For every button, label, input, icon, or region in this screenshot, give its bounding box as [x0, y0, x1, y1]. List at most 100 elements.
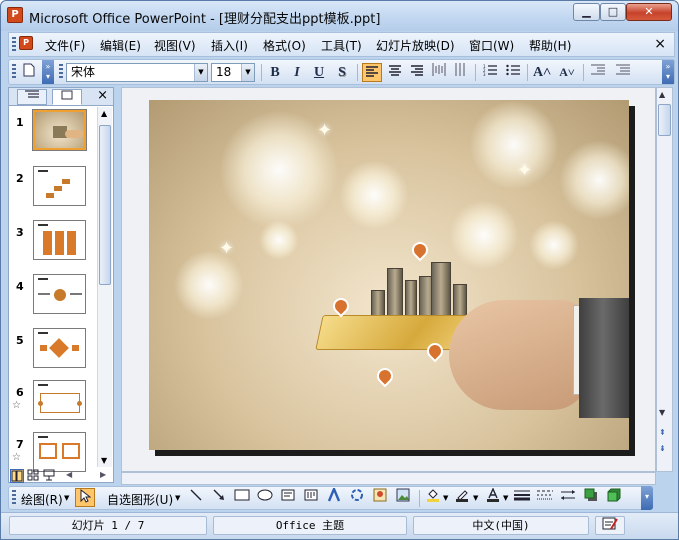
font-name-select[interactable]: 宋体 ▼: [66, 63, 208, 82]
menu-edit[interactable]: 编辑(E): [100, 37, 141, 54]
draw-menu-button[interactable]: 绘图(R): [21, 491, 63, 508]
slide-thumbnail[interactable]: [33, 380, 86, 420]
underline-button[interactable]: U: [309, 63, 329, 82]
font-color-button[interactable]: [483, 487, 503, 507]
slide-thumbnail[interactable]: [33, 274, 86, 314]
normal-view-icon[interactable]: [10, 469, 24, 483]
insert-picture-button[interactable]: [393, 488, 413, 507]
select-objects-button[interactable]: [75, 488, 95, 507]
minimize-button[interactable]: ▁: [573, 3, 600, 21]
maximize-button[interactable]: □: [600, 3, 626, 21]
menu-format[interactable]: 格式(O): [263, 37, 306, 54]
previous-slide-icon[interactable]: ⇞: [659, 428, 666, 437]
menu-insert[interactable]: 插入(I): [211, 37, 248, 54]
font-size-select[interactable]: 18 ▼: [211, 63, 255, 82]
dash-style-button[interactable]: [535, 488, 555, 507]
distribute-button[interactable]: [429, 63, 449, 82]
slide-editing-area[interactable]: ✦ ✦ ✦: [121, 87, 656, 472]
oval-tool-button[interactable]: [255, 488, 275, 507]
increase-indent-button[interactable]: [613, 63, 633, 82]
fill-color-button[interactable]: [423, 488, 443, 507]
toolbar-grip-icon[interactable]: [12, 64, 16, 80]
vertical-text-box-button[interactable]: [301, 488, 321, 507]
close-button[interactable]: ✕: [626, 3, 672, 21]
increase-font-size-button[interactable]: A˄: [532, 63, 552, 82]
toolbar-overflow-icon[interactable]: » ▾: [662, 60, 674, 84]
slide-thumbnail-row[interactable]: 1: [9, 109, 99, 158]
toolbar-grip-icon[interactable]: [12, 490, 16, 506]
title-bar[interactable]: P Microsoft Office PowerPoint - [理财分配支出p…: [1, 1, 678, 31]
scroll-left-icon[interactable]: ◀: [66, 470, 72, 479]
slide-thumbnail-row[interactable]: 2: [9, 166, 99, 214]
menu-slideshow[interactable]: 幻灯片放映(D): [376, 37, 455, 54]
slide-canvas[interactable]: ✦ ✦ ✦: [149, 100, 629, 450]
tab-slides[interactable]: [52, 89, 82, 105]
new-document-icon[interactable]: [19, 63, 39, 82]
language-status[interactable]: 中文(中国): [413, 516, 589, 535]
arrow-tool-button[interactable]: [209, 488, 229, 507]
arrow-style-button[interactable]: [558, 488, 578, 507]
scroll-down-icon[interactable]: ▼: [659, 408, 665, 417]
menu-window[interactable]: 窗口(W): [469, 37, 514, 54]
document-close-button[interactable]: ×: [654, 36, 666, 52]
3d-style-button[interactable]: [604, 488, 624, 507]
chevron-down-icon[interactable]: ▼: [175, 494, 180, 502]
chevron-down-icon[interactable]: ▼: [503, 494, 508, 502]
bullets-button[interactable]: [503, 63, 523, 82]
slideshow-icon[interactable]: [43, 469, 57, 483]
scrollbar-thumb[interactable]: [99, 125, 111, 285]
line-tool-button[interactable]: [186, 488, 206, 507]
scrollbar-thumb[interactable]: [658, 104, 671, 136]
slide-thumbnail-row[interactable]: 6 ☆: [9, 380, 99, 428]
rectangle-tool-button[interactable]: [232, 488, 252, 507]
menu-help[interactable]: 帮助(H): [529, 37, 571, 54]
toolbar-grip-icon[interactable]: [59, 64, 63, 80]
slide-thumbnail-row[interactable]: 4: [9, 274, 99, 322]
bold-button[interactable]: B: [265, 63, 285, 82]
chevron-down-icon[interactable]: ▼: [443, 494, 448, 502]
align-right-button[interactable]: [407, 63, 427, 82]
scroll-right-icon[interactable]: ▶: [100, 470, 106, 479]
scroll-up-icon[interactable]: ▲: [659, 90, 665, 99]
decrease-indent-button[interactable]: [588, 63, 608, 82]
italic-button[interactable]: I: [287, 63, 307, 82]
scroll-up-icon[interactable]: ▲: [101, 109, 107, 118]
slides-pane-scrollbar[interactable]: ▲ ▼: [97, 107, 112, 467]
close-icon[interactable]: ×: [97, 88, 108, 103]
scroll-down-icon[interactable]: ▼: [101, 456, 107, 465]
tab-outline[interactable]: [17, 89, 47, 105]
chevron-down-icon[interactable]: ▼: [64, 494, 69, 502]
line-color-button[interactable]: [452, 488, 472, 507]
decrease-font-size-button[interactable]: A˅: [557, 63, 577, 82]
toolbar-grip-icon[interactable]: [12, 37, 16, 53]
toolbar-overflow-icon[interactable]: ▾: [641, 486, 653, 510]
menu-file[interactable]: 文件(F): [45, 37, 85, 54]
menu-view[interactable]: 视图(V): [154, 37, 196, 54]
clip-art-button[interactable]: [370, 488, 390, 507]
line-style-button[interactable]: [512, 488, 532, 507]
shadow-style-button[interactable]: [581, 488, 601, 507]
align-center-button[interactable]: [385, 63, 405, 82]
next-slide-icon[interactable]: ⇟: [659, 444, 666, 453]
slide-thumbnail-row[interactable]: 5: [9, 328, 99, 376]
text-shadow-button[interactable]: S: [332, 63, 352, 82]
align-left-button[interactable]: [362, 63, 382, 82]
slide-thumbnail[interactable]: [33, 220, 86, 260]
toolbar-options-icon[interactable]: » ▾: [42, 60, 54, 84]
spelling-status[interactable]: [595, 516, 625, 535]
wordart-button[interactable]: [324, 485, 344, 507]
slide-horizontal-scrollbar[interactable]: [121, 472, 656, 485]
slide-thumbnail-row[interactable]: 3: [9, 220, 99, 268]
diagram-button[interactable]: [347, 488, 367, 507]
autoshapes-menu-button[interactable]: 自选图形(U): [107, 491, 173, 508]
slide-thumbnail[interactable]: [33, 432, 86, 472]
chevron-down-icon[interactable]: ▼: [241, 64, 254, 81]
chevron-down-icon[interactable]: ▼: [194, 64, 207, 81]
document-icon[interactable]: P: [19, 36, 33, 50]
slide-thumbnail[interactable]: [33, 166, 86, 206]
slide-thumbnail[interactable]: [32, 109, 87, 151]
powerpoint-icon[interactable]: P: [7, 7, 23, 23]
slide-sorter-icon[interactable]: [27, 469, 41, 483]
slide-thumbnail[interactable]: [33, 328, 86, 368]
text-box-button[interactable]: [278, 488, 298, 507]
